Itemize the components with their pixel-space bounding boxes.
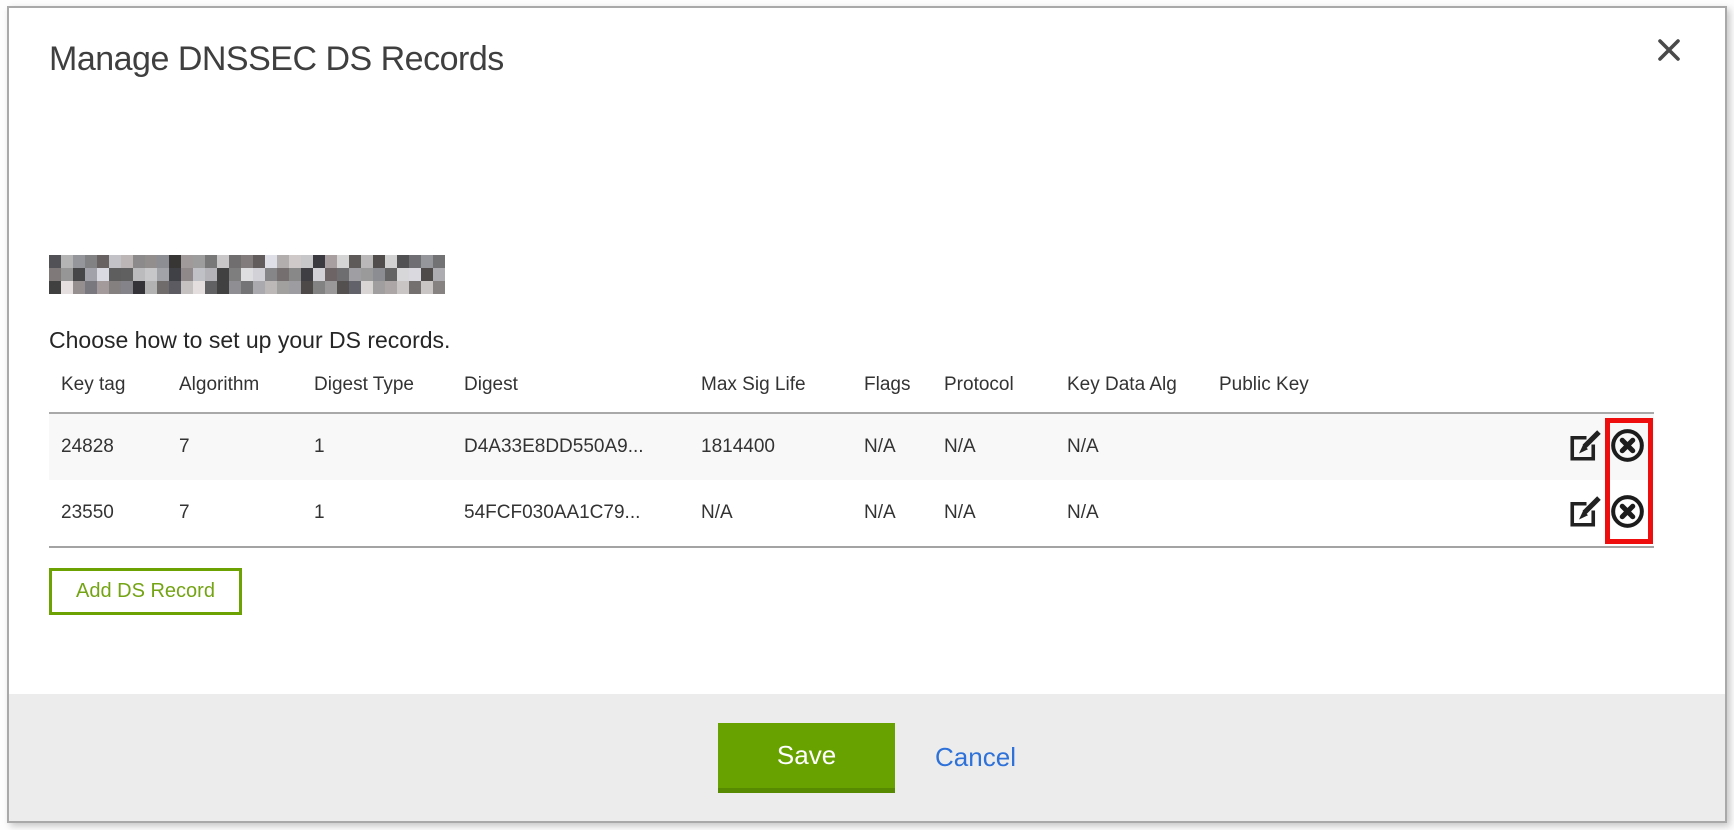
- table-body: 24828 7 1 D4A33E8DD550A9... 1814400 N/A …: [49, 412, 1654, 548]
- pencil-square-icon: [1567, 428, 1603, 467]
- cell-max-sig-life: 1814400: [689, 436, 852, 458]
- modal-footer: Save Cancel: [9, 694, 1725, 821]
- close-icon: [1655, 36, 1683, 64]
- cell-key-tag: 24828: [49, 436, 167, 458]
- cell-digest-type: 1: [302, 502, 452, 524]
- delete-record-button[interactable]: [1609, 429, 1646, 466]
- edit-record-button[interactable]: [1566, 429, 1603, 466]
- save-button[interactable]: Save: [718, 723, 895, 793]
- cell-max-sig-life: N/A: [689, 502, 852, 524]
- cancel-link[interactable]: Cancel: [935, 742, 1016, 773]
- row-actions: [1559, 429, 1654, 466]
- cell-digest: 54FCF030AA1C79...: [452, 502, 689, 524]
- column-header-max-sig-life: Max Sig Life: [689, 374, 852, 396]
- circle-x-icon: [1609, 427, 1646, 467]
- cell-protocol: N/A: [932, 436, 1055, 458]
- delete-record-button[interactable]: [1609, 495, 1646, 532]
- column-header-key-tag: Key tag: [49, 374, 167, 396]
- column-header-flags: Flags: [852, 374, 932, 396]
- manage-dnssec-modal: Manage DNSSEC DS Records Choose how to s…: [7, 6, 1727, 823]
- instruction-text: Choose how to set up your DS records.: [49, 327, 1725, 354]
- edit-record-button[interactable]: [1566, 495, 1603, 532]
- cell-algorithm: 7: [167, 502, 302, 524]
- cell-algorithm: 7: [167, 436, 302, 458]
- close-button[interactable]: [1651, 32, 1687, 68]
- row-actions: [1559, 495, 1654, 532]
- cell-digest-type: 1: [302, 436, 452, 458]
- table-row: 24828 7 1 D4A33E8DD550A9... 1814400 N/A …: [49, 414, 1654, 480]
- column-header-digest: Digest: [452, 374, 689, 396]
- column-header-digest-type: Digest Type: [302, 374, 452, 396]
- cell-protocol: N/A: [932, 502, 1055, 524]
- modal-content: Manage DNSSEC DS Records Choose how to s…: [9, 8, 1725, 694]
- cell-key-data-alg: N/A: [1055, 502, 1207, 524]
- cell-key-tag: 23550: [49, 502, 167, 524]
- column-header-key-data-alg: Key Data Alg: [1055, 374, 1207, 396]
- cell-flags: N/A: [852, 436, 932, 458]
- ds-records-table: Key tag Algorithm Digest Type Digest Max…: [49, 374, 1654, 548]
- pencil-square-icon: [1567, 494, 1603, 533]
- column-header-public-key: Public Key: [1207, 374, 1559, 396]
- cell-digest: D4A33E8DD550A9...: [452, 436, 689, 458]
- page-title: Manage DNSSEC DS Records: [49, 40, 1725, 79]
- table-header-row: Key tag Algorithm Digest Type Digest Max…: [49, 374, 1654, 412]
- column-header-algorithm: Algorithm: [167, 374, 302, 396]
- table-row: 23550 7 1 54FCF030AA1C79... N/A N/A N/A …: [49, 480, 1654, 546]
- circle-x-icon: [1609, 493, 1646, 533]
- add-ds-record-button[interactable]: Add DS Record: [49, 568, 242, 615]
- column-header-protocol: Protocol: [932, 374, 1055, 396]
- redacted-domain: [49, 255, 445, 294]
- cell-flags: N/A: [852, 502, 932, 524]
- cell-key-data-alg: N/A: [1055, 436, 1207, 458]
